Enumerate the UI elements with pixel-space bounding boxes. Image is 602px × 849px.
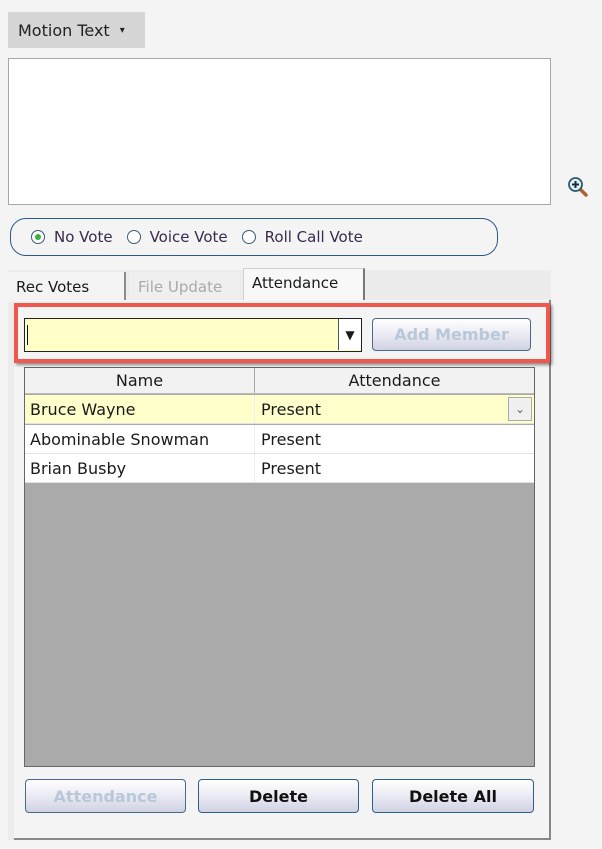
attendance-value: Present bbox=[261, 458, 322, 478]
column-header-name[interactable]: Name bbox=[25, 368, 255, 393]
attendance-button[interactable]: Attendance bbox=[25, 779, 186, 813]
attendance-value: Present bbox=[261, 429, 322, 449]
radio-circle-icon bbox=[31, 230, 45, 244]
motion-text-label: Motion Text bbox=[18, 20, 110, 40]
grid-header: Name Attendance bbox=[25, 368, 534, 394]
radio-label: Roll Call Vote bbox=[264, 228, 363, 246]
radio-circle-icon bbox=[241, 230, 256, 244]
delete-button[interactable]: Delete bbox=[198, 779, 359, 813]
radio-label: Voice Vote bbox=[149, 228, 228, 246]
cell-name: Abominable Snowman bbox=[25, 425, 255, 453]
vote-type-group: No Vote Voice Vote Roll Call Vote bbox=[10, 218, 498, 256]
table-row[interactable]: Abominable Snowman Present bbox=[25, 425, 534, 454]
tab-attendance[interactable]: Attendance bbox=[243, 268, 365, 302]
cell-name: Bruce Wayne bbox=[25, 395, 255, 423]
radio-roll-call-vote[interactable]: Roll Call Vote bbox=[241, 228, 363, 246]
highlight-annotation-box bbox=[14, 303, 550, 363]
motion-text-area[interactable] bbox=[8, 58, 551, 205]
delete-all-button[interactable]: Delete All bbox=[372, 779, 534, 813]
tab-file-update[interactable]: File Update bbox=[130, 272, 240, 302]
radio-no-vote[interactable]: No Vote bbox=[31, 228, 113, 246]
cell-attendance[interactable]: Present ⌄ bbox=[255, 395, 534, 423]
radio-label: No Vote bbox=[54, 228, 113, 246]
radio-voice-vote[interactable]: Voice Vote bbox=[126, 228, 228, 246]
chevron-down-icon[interactable]: ⌄ bbox=[508, 397, 532, 421]
table-row[interactable]: Bruce Wayne Present ⌄ bbox=[25, 395, 534, 424]
motion-text-menu-button[interactable]: Motion Text ▾ bbox=[8, 12, 145, 48]
cell-attendance[interactable]: Present bbox=[255, 454, 534, 482]
radio-circle-icon bbox=[126, 230, 141, 244]
attendance-grid: Name Attendance Bruce Wayne Present ⌄ Ab… bbox=[24, 367, 535, 767]
cell-attendance[interactable]: Present bbox=[255, 425, 534, 453]
cell-name: Brian Busby bbox=[25, 454, 255, 482]
chevron-down-icon: ▾ bbox=[119, 24, 125, 36]
column-header-attendance[interactable]: Attendance bbox=[255, 368, 534, 393]
tab-rec-votes[interactable]: Rec Votes bbox=[8, 272, 126, 302]
zoom-in-icon[interactable] bbox=[567, 176, 589, 198]
table-row[interactable]: Brian Busby Present bbox=[25, 454, 534, 483]
attendance-value: Present bbox=[261, 399, 322, 419]
